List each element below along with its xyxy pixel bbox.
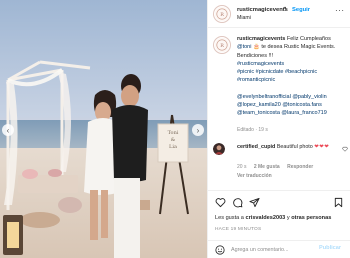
hashtag-link[interactable]: #rusticmagicevents	[237, 60, 345, 68]
caption-timestamp: Editado · 19 s	[237, 127, 268, 133]
mention-link[interactable]: @lopez_kamila20	[237, 102, 281, 108]
comment-meta: 20 s 2 Me gusta Responder	[237, 164, 319, 170]
bookmark-icon[interactable]	[333, 197, 344, 208]
chevron-left-icon: ‹	[6, 125, 10, 135]
liker-username[interactable]: crisvaldes2003	[245, 215, 285, 221]
mention-link[interactable]: @toni	[237, 44, 251, 50]
chevron-right-icon: ›	[196, 125, 200, 135]
post-caption: rusticmagicevents Feliz Cumpleaños @toni…	[237, 35, 345, 118]
hashtag-link[interactable]: #picnicdate	[256, 69, 284, 75]
comment-like-icon[interactable]	[342, 146, 348, 152]
comment-icon[interactable]	[232, 197, 243, 208]
caption-text: Feliz Cumpleaños	[285, 36, 331, 42]
picnic-sign: Toni & Lia	[158, 130, 188, 151]
mention-link[interactable]: @tonicosta.fans	[282, 102, 322, 108]
caption-text: 🎂 te desea Rustic Magic Events.	[251, 44, 336, 51]
hashtag-link[interactable]: #romanticpicnic	[237, 76, 345, 84]
caption-username[interactable]: rusticmagicevents	[237, 36, 285, 42]
heart-emojis: ❤❤❤	[314, 144, 330, 150]
comment-likes[interactable]: 2 Me gusta	[254, 164, 280, 170]
mention-link[interactable]: @laura_franco719	[281, 110, 326, 116]
like-icon[interactable]	[215, 197, 226, 208]
svg-text:R: R	[220, 12, 224, 18]
translation-link[interactable]: Ver traducción	[237, 173, 272, 179]
hashtag-link[interactable]: #picnic	[237, 69, 254, 75]
avatar[interactable]: R	[213, 5, 231, 23]
post-side-panel: R rusticmagicevents • Seguir Miami ··· R…	[207, 0, 350, 258]
comment-input[interactable]	[231, 244, 316, 256]
reply-button[interactable]: Responder	[287, 164, 313, 170]
post-header: R rusticmagicevents • Seguir Miami ···	[208, 0, 350, 28]
comment-text: Beautiful photo	[275, 144, 315, 150]
beach-picnic-photo	[0, 0, 207, 258]
follow-button[interactable]: Seguir	[292, 7, 310, 13]
location-link[interactable]: Miami	[237, 15, 251, 21]
comment: certified_cupid Beautiful photo ❤❤❤	[237, 144, 337, 151]
publish-button[interactable]: Publicar	[319, 245, 341, 251]
comment-username[interactable]: certified_cupid	[237, 144, 275, 150]
mention-link[interactable]: @pably_violin	[292, 94, 326, 100]
share-icon[interactable]	[249, 197, 260, 208]
post-actions: Les gusta a crisvaldes2003 y otras perso…	[208, 190, 350, 240]
sign-line: &	[170, 137, 176, 143]
user-avatar-icon	[213, 143, 225, 155]
post-photo[interactable]: Toni & Lia ‹ ›	[0, 0, 207, 258]
add-comment-bar: Publicar	[208, 240, 350, 258]
caption-avatar[interactable]: R	[213, 36, 231, 54]
sign-line: Toni	[167, 130, 179, 136]
mention-link[interactable]: @evelynbeltranofficial	[237, 94, 291, 100]
header-username[interactable]: rusticmagicevents	[237, 7, 288, 13]
separator-dot: •	[284, 6, 287, 12]
mention-link[interactable]: @team_tonicosta	[237, 110, 280, 116]
likes-prefix: Les gusta a	[215, 215, 246, 221]
caption-blessing: Bendiciones !!!	[237, 52, 274, 59]
svg-text:R: R	[220, 43, 224, 49]
sign-line: Lia	[169, 144, 177, 150]
comment-avatar[interactable]	[213, 143, 225, 155]
comment-time: 20 s	[237, 164, 247, 170]
other-likers-link[interactable]: otras personas	[291, 215, 331, 221]
next-photo-button[interactable]: ›	[192, 124, 204, 136]
brand-logo-icon: R	[214, 6, 230, 22]
more-options-icon[interactable]: ···	[335, 6, 345, 15]
hashtag-link[interactable]: #beachpicnic	[285, 69, 317, 75]
post-date: HACE 19 MINUTOS	[215, 227, 262, 232]
previous-photo-button[interactable]: ‹	[2, 124, 14, 136]
brand-logo-icon: R	[214, 37, 230, 53]
likes-summary: Les gusta a crisvaldes2003 y otras perso…	[215, 215, 331, 221]
emoji-icon[interactable]	[215, 245, 225, 255]
